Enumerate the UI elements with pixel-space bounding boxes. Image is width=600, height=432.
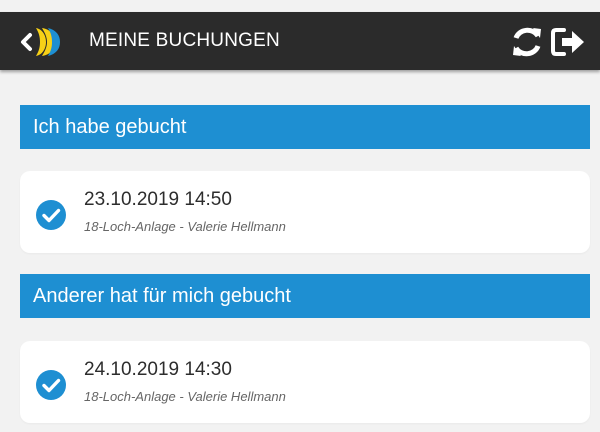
refresh-button[interactable] (507, 25, 547, 59)
sign-out-icon (551, 28, 584, 56)
booking-detail: 18-Loch-Anlage - Valerie Hellmann (84, 389, 286, 404)
logout-button[interactable] (550, 26, 590, 58)
top-app-bar: MEINE BUCHUNGEN (0, 12, 600, 70)
booking-datetime: 24.10.2019 14:30 (84, 359, 232, 380)
back-button[interactable] (18, 25, 74, 59)
check-circle-icon (36, 200, 66, 230)
section-header-booked-by-others: Anderer hat für mich gebucht (20, 274, 590, 318)
refresh-icon (513, 27, 541, 57)
booking-detail: 18-Loch-Anlage - Valerie Hellmann (84, 219, 286, 234)
booking-card[interactable]: 24.10.2019 14:30 18-Loch-Anlage - Valeri… (20, 341, 590, 423)
check-circle-icon (36, 370, 66, 400)
back-logo-icon (21, 28, 60, 56)
booking-datetime: 23.10.2019 14:50 (84, 189, 232, 210)
chevron-left-icon (21, 33, 32, 51)
section-header-booked-by-me: Ich habe gebucht (20, 105, 590, 149)
page-title: MEINE BUCHUNGEN (89, 30, 280, 51)
booking-card[interactable]: 23.10.2019 14:50 18-Loch-Anlage - Valeri… (20, 171, 590, 253)
